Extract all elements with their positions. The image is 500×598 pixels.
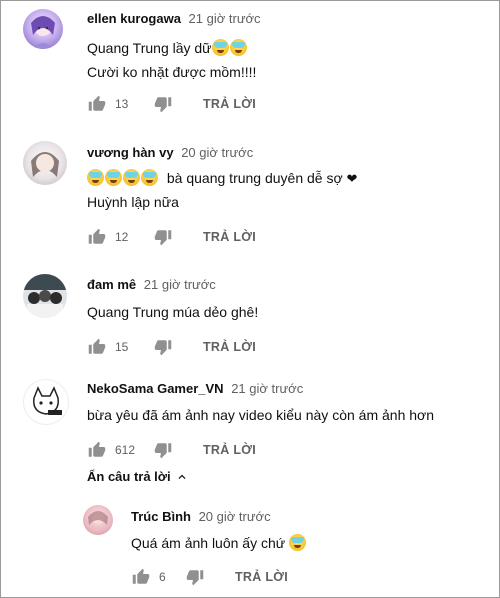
reply-button[interactable]: TRẢ LỜI bbox=[203, 443, 256, 457]
dislike-icon[interactable] bbox=[153, 94, 173, 114]
reply-actions: 6 TRẢ LỜI bbox=[131, 567, 288, 587]
like-icon[interactable] bbox=[131, 567, 151, 587]
like-count: 15 bbox=[115, 340, 129, 354]
dislike-icon[interactable] bbox=[153, 337, 173, 357]
like-icon[interactable] bbox=[87, 94, 107, 114]
comment-text: bà quang trung duyên dễ sợ bbox=[166, 170, 343, 186]
sweat-smile-emoji-icon bbox=[229, 39, 247, 56]
reply-text: Quá ám ảnh luôn ấy chứ bbox=[131, 535, 286, 551]
comment-text: bừa yêu đã ám ảnh nay video kiểu này còn… bbox=[87, 407, 434, 423]
comment-actions: 12 TRẢ LỜI bbox=[87, 227, 256, 247]
avatar[interactable] bbox=[23, 379, 69, 425]
sweat-smile-emoji-icon bbox=[141, 169, 158, 186]
reply-author[interactable]: Trúc Bình bbox=[131, 509, 191, 524]
comment-timestamp[interactable]: 21 giờ trước bbox=[189, 11, 261, 26]
reply-button[interactable]: TRẢ LỜI bbox=[235, 570, 288, 584]
like-icon[interactable] bbox=[87, 227, 107, 247]
comment-timestamp[interactable]: 21 giờ trước bbox=[231, 381, 303, 396]
comment-actions: 13 TRẢ LỜI bbox=[87, 94, 256, 114]
reply-button[interactable]: TRẢ LỜI bbox=[203, 97, 256, 111]
comment-text: Quang Trung lầy dữ bbox=[87, 40, 212, 56]
reply-button[interactable]: TRẢ LỜI bbox=[203, 340, 256, 354]
comment-text: Quang Trung múa dẻo ghê! bbox=[87, 304, 259, 320]
dislike-icon[interactable] bbox=[153, 440, 173, 460]
dislike-icon[interactable] bbox=[185, 567, 205, 587]
like-count: 13 bbox=[115, 97, 129, 111]
hide-replies-label: Ẩn câu trả lời bbox=[87, 469, 171, 484]
reply-timestamp[interactable]: 20 giờ trước bbox=[199, 509, 271, 524]
comment-actions: 612 TRẢ LỜI bbox=[87, 440, 256, 460]
chevron-up-icon bbox=[178, 474, 186, 479]
reply-button[interactable]: TRẢ LỜI bbox=[203, 230, 256, 244]
comment-author[interactable]: NekoSama Gamer_VN bbox=[87, 381, 224, 396]
comment-author[interactable]: ellen kurogawa bbox=[87, 11, 181, 26]
avatar[interactable] bbox=[23, 274, 67, 318]
comment-timestamp[interactable]: 20 giờ trước bbox=[181, 145, 253, 160]
comment-text-line: bà quang trung duyên dễ sợ ❤ bbox=[87, 169, 357, 187]
comment-author[interactable]: vương hàn vy bbox=[87, 145, 174, 160]
sweat-smile-emoji-icon bbox=[211, 39, 229, 56]
hide-replies-button[interactable]: Ẩn câu trả lời bbox=[87, 469, 189, 484]
comment-actions: 15 TRẢ LỜI bbox=[87, 337, 256, 357]
comment-timestamp[interactable]: 21 giờ trước bbox=[144, 277, 216, 292]
like-count: 12 bbox=[115, 230, 129, 244]
comment-author[interactable]: đam mê bbox=[87, 277, 136, 292]
comment-thread: ellen kurogawa 21 giờ trước Quang Trung … bbox=[0, 0, 500, 598]
reply-text-line: Quá ám ảnh luôn ấy chứ bbox=[131, 534, 307, 551]
comment-text-line: Cười ko nhặt được mồm!!!! bbox=[87, 64, 257, 80]
like-count: 6 bbox=[159, 570, 166, 584]
dislike-icon[interactable] bbox=[153, 227, 173, 247]
sweat-smile-emoji-icon bbox=[87, 169, 104, 186]
like-count: 612 bbox=[115, 443, 136, 457]
avatar[interactable] bbox=[23, 9, 63, 49]
like-icon[interactable] bbox=[87, 440, 107, 460]
sweat-smile-emoji-icon bbox=[289, 534, 307, 551]
like-icon[interactable] bbox=[87, 337, 107, 357]
avatar[interactable] bbox=[23, 141, 67, 185]
sweat-smile-emoji-icon bbox=[105, 169, 122, 186]
black-heart-icon: ❤ bbox=[346, 171, 358, 186]
comment-text-line: Quang Trung lầy dữ bbox=[87, 39, 248, 56]
avatar[interactable] bbox=[83, 505, 113, 535]
sweat-smile-emoji-icon bbox=[123, 169, 140, 186]
comment-text-line: Huỳnh lập nữa bbox=[87, 194, 179, 210]
